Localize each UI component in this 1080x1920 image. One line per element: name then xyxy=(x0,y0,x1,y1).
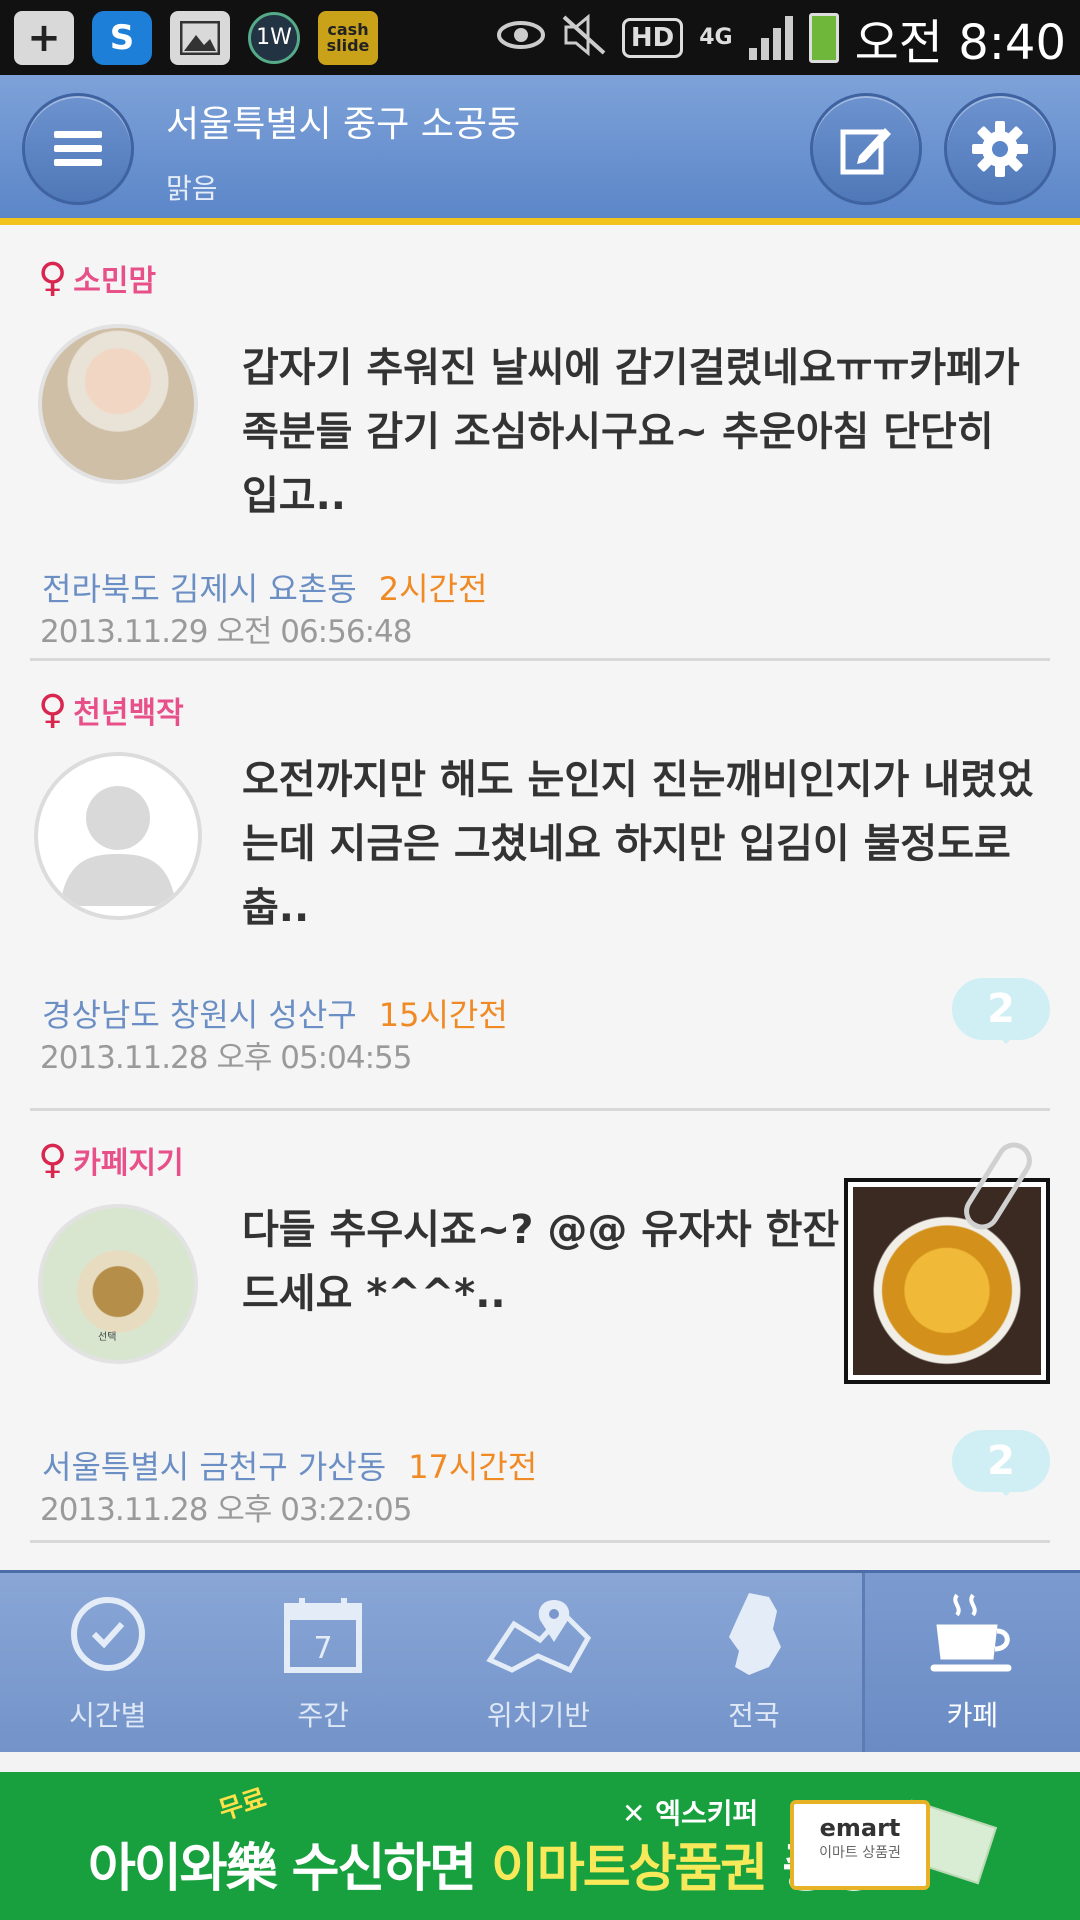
cash-slide-icon: cash slide xyxy=(318,10,378,65)
female-icon: ♀ xyxy=(38,1137,68,1183)
comment-count-badge[interactable]: 2 xyxy=(952,978,1050,1044)
divider xyxy=(30,658,1050,661)
author-name: 카페지기 xyxy=(73,1146,184,1181)
location-title: 서울특별시 중구 소공동 xyxy=(166,104,521,145)
app-header: 서울특별시 중구 소공동 맑음 xyxy=(0,75,1080,225)
bottom-navigation: 시간별 7 주간 위치기반 전국 카페 xyxy=(0,1570,1080,1752)
pencil-icon xyxy=(840,128,891,175)
korea-map-icon xyxy=(728,1593,781,1675)
tab-label: 위치기반 xyxy=(486,1699,591,1732)
tab-cafe[interactable]: 카페 xyxy=(861,1573,1080,1752)
post-author[interactable]: ♀ 소민맘 xyxy=(38,256,156,300)
location-text: 전라북도 김제시 요촌동 xyxy=(42,570,357,608)
status-bar: + S 1W cash slide HD 4G 오전 8:40 xyxy=(0,0,1080,75)
default-avatar-icon xyxy=(60,786,176,906)
tab-label: 전국 xyxy=(728,1699,780,1732)
post-author[interactable]: ♀ 카페지기 xyxy=(38,1138,184,1182)
post-location: 경상남도 창원시 성산구 15시간전 xyxy=(42,990,508,1036)
clock-icon xyxy=(70,1597,145,1671)
divider xyxy=(30,1540,1050,1543)
location-text: 경상남도 창원시 성산구 xyxy=(42,996,357,1034)
tab-location[interactable]: 위치기반 xyxy=(431,1573,646,1752)
location-text: 서울특별시 금천구 가산동 xyxy=(42,1448,387,1486)
tab-nationwide[interactable]: 전국 xyxy=(646,1573,861,1752)
notification-icons: + S 1W cash slide xyxy=(14,10,378,65)
plus-icon: + xyxy=(14,10,74,65)
signal-icon xyxy=(748,15,793,60)
voucher-brand: emart xyxy=(819,1814,901,1842)
post-item[interactable]: ♀ 천년백작 오전까지만 해도 눈인지 진눈깨비인지가 내렸었는데 지금은 그쳤… xyxy=(30,688,1050,1076)
tab-label: 주간 xyxy=(297,1699,349,1732)
avatar[interactable] xyxy=(34,752,202,920)
avatar[interactable] xyxy=(38,324,198,484)
avatar[interactable]: 선택 xyxy=(38,1204,198,1364)
post-text[interactable]: 오전까지만 해도 눈인지 진눈깨비인지가 내렸었는데 지금은 그쳤네요 하지만 … xyxy=(242,748,1042,940)
battery-icon xyxy=(808,12,839,63)
female-icon: ♀ xyxy=(38,687,68,733)
map-pin-icon xyxy=(485,1600,591,1674)
gear-icon xyxy=(972,121,1028,177)
post-text[interactable]: 다들 추우시죠~? @@ 유자차 한잔드세요 *^^*.. xyxy=(242,1198,842,1326)
hamburger-icon xyxy=(54,131,102,166)
post-author[interactable]: ♀ 천년백작 xyxy=(38,688,184,732)
emart-voucher: emart 이마트 상품권 xyxy=(790,1800,930,1890)
post-item[interactable]: ♀ 소민맘 갑자기 추워진 날씨에 감기걸렸네요ㅠㅠ카페가족분들 감기 조심하시… xyxy=(30,256,1050,650)
clock-time: 오전 8:40 xyxy=(854,14,1066,71)
1w-app-icon: 1W xyxy=(248,11,300,64)
tab-label: 카페 xyxy=(946,1699,999,1732)
ad-text-highlight: 이마트상품권 xyxy=(491,1839,768,1899)
post-image-thumbnail[interactable] xyxy=(844,1178,1050,1384)
ad-text-part1: 아이와樂 수신하면 xyxy=(88,1839,492,1899)
post-location: 전라북도 김제시 요촌동 2시간전 xyxy=(42,564,487,610)
tab-label: 시간별 xyxy=(69,1699,147,1732)
settings-button[interactable] xyxy=(944,93,1056,205)
post-feed[interactable]: ♀ 소민맘 갑자기 추워진 날씨에 감기걸렸네요ㅠㅠ카페가족분들 감기 조심하시… xyxy=(0,232,1080,1570)
svg-text:7: 7 xyxy=(314,1631,333,1666)
tab-weekly[interactable]: 7 주간 xyxy=(215,1573,430,1752)
female-icon: ♀ xyxy=(38,255,68,301)
tab-hourly[interactable]: 시간별 xyxy=(0,1573,215,1752)
time-ago: 17시간전 xyxy=(408,1448,538,1486)
author-name: 소민맘 xyxy=(73,264,157,299)
ad-banner[interactable]: 무료 ✕ 엑스키퍼 아이와樂 수신하면 이마트상품권 증정! emart 이마트… xyxy=(0,1772,1080,1920)
tea-image xyxy=(853,1187,1041,1375)
post-text[interactable]: 갑자기 추워진 날씨에 감기걸렸네요ㅠㅠ카페가족분들 감기 조심하시구요~ 추운… xyxy=(242,336,1042,528)
post-timestamp: 2013.11.28 오후 03:22:05 xyxy=(40,1492,412,1528)
divider xyxy=(30,1108,1050,1111)
post-timestamp: 2013.11.28 오후 05:04:55 xyxy=(40,1040,412,1076)
network-type: 4G xyxy=(699,25,733,50)
time-ago: 2시간전 xyxy=(378,570,488,608)
time-ago: 15시간전 xyxy=(378,996,508,1034)
write-button[interactable] xyxy=(810,93,922,205)
author-name: 천년백작 xyxy=(73,696,184,731)
voucher-caption: 이마트 상품권 xyxy=(819,1845,901,1861)
gallery-icon xyxy=(170,10,230,65)
post-location: 서울특별시 금천구 가산동 17시간전 xyxy=(42,1442,537,1488)
s-app-icon: S xyxy=(92,10,152,65)
post-timestamp: 2013.11.29 오전 06:56:48 xyxy=(40,614,412,650)
coffee-cup-icon xyxy=(930,1593,1012,1672)
ad-separator xyxy=(0,1752,1080,1772)
avatar-caption: 선택 xyxy=(98,1332,117,1343)
mute-icon xyxy=(562,13,606,63)
eye-icon xyxy=(496,18,546,58)
ad-badge: 무료 xyxy=(215,1783,271,1827)
calendar-icon: 7 xyxy=(284,1598,363,1673)
menu-button[interactable] xyxy=(22,93,134,205)
post-item[interactable]: ♀ 카페지기 선택 다들 추우시죠~? @@ 유자차 한잔드세요 *^^*.. … xyxy=(30,1135,1050,1528)
hd-badge: HD xyxy=(621,17,684,58)
weather-status: 맑음 xyxy=(166,172,218,205)
ad-headline: 아이와樂 수신하면 이마트상품권 증정! xyxy=(88,1826,898,1901)
comment-count-badge[interactable]: 2 xyxy=(952,1430,1050,1496)
